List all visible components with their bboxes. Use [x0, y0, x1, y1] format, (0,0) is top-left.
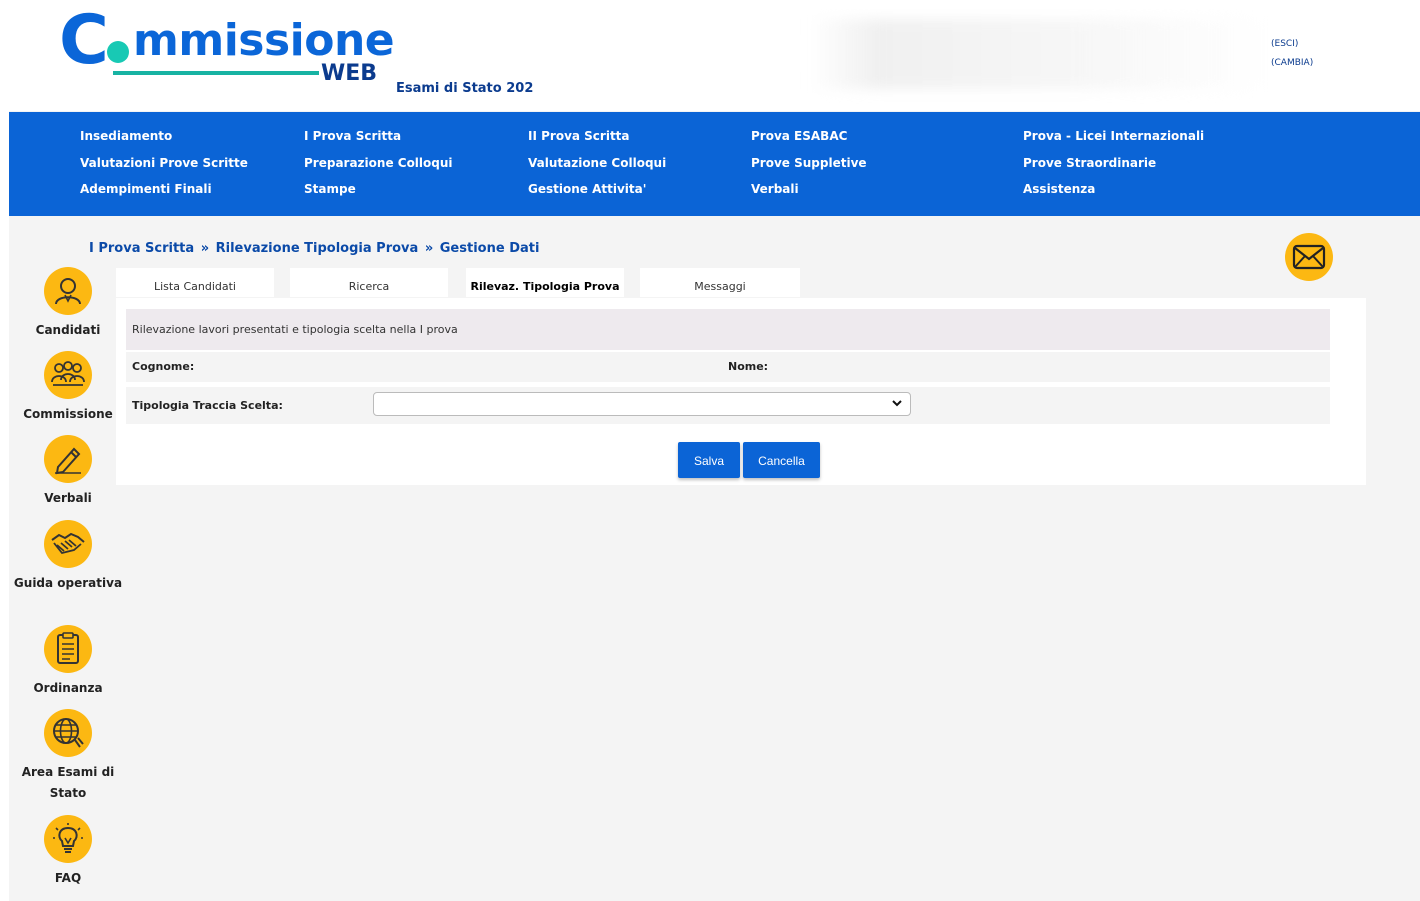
nav-verbali[interactable]: Verbali: [751, 180, 867, 207]
commissione-web-logo[interactable]: C mmissione WEB: [59, 9, 399, 103]
sidebar-item-label: Verbali: [44, 491, 92, 505]
breadcrumb-separator: »: [424, 241, 434, 256]
breadcrumb-separator: »: [200, 241, 210, 256]
breadcrumb-item-rilevazione[interactable]: Rilevazione Tipologia Prova: [216, 241, 419, 256]
sidebar-item-area-esami[interactable]: Area Esami di Stato: [9, 709, 127, 804]
cognome-label: Cognome:: [132, 360, 195, 373]
exam-year: Esami di Stato 202: [396, 81, 534, 96]
tipologia-row: Tipologia Traccia Scelta:: [126, 387, 1330, 424]
redacted-user-info: [809, 19, 1269, 89]
sidebar-item-faq[interactable]: FAQ: [9, 815, 127, 889]
breadcrumb: I Prova Scritta » Rilevazione Tipologia …: [89, 241, 539, 256]
tipologia-select[interactable]: [373, 392, 911, 416]
logo-underline: [113, 71, 319, 75]
nav-column-5: Prova - Licei Internazionali Prove Strao…: [1023, 127, 1204, 207]
content-panel: Rilevazione lavori presentati e tipologi…: [116, 298, 1366, 485]
nav-adempimenti-finali[interactable]: Adempimenti Finali: [80, 180, 248, 207]
tab-lista-candidati[interactable]: Lista Candidati: [116, 268, 274, 297]
sidebar-item-label: Guida operativa: [13, 576, 123, 590]
nav-valutazioni-prove-scritte[interactable]: Valutazioni Prove Scritte: [80, 154, 248, 181]
document-icon: [44, 625, 92, 673]
sidebar-item-verbali[interactable]: Verbali: [9, 435, 127, 509]
sidebar-item-ordinanza[interactable]: Ordinanza: [9, 625, 127, 699]
group-icon: [44, 351, 92, 399]
header: C mmissione WEB Esami di Stato 202 (ESCI…: [9, 9, 1420, 111]
lightbulb-icon: [44, 815, 92, 863]
sidebar-item-label: FAQ: [54, 871, 82, 885]
nav-column-3: II Prova Scritta Valutazione Colloqui Ge…: [528, 127, 666, 207]
sidebar-item-label: Ordinanza: [33, 681, 103, 695]
nav-column-4: Prova ESABAC Prove Suppletive Verbali: [751, 127, 867, 207]
logo-c: C: [59, 9, 109, 80]
nav-assistenza[interactable]: Assistenza: [1023, 180, 1204, 207]
nav-column-2: I Prova Scritta Preparazione Colloqui St…: [304, 127, 453, 207]
nav-prove-straordinarie[interactable]: Prove Straordinarie: [1023, 154, 1204, 181]
breadcrumb-item-i-prova-scritta[interactable]: I Prova Scritta: [89, 241, 194, 256]
nav-insediamento[interactable]: Insediamento: [80, 127, 248, 154]
nav-gestione-attivita[interactable]: Gestione Attivita': [528, 180, 666, 207]
mail-button[interactable]: [1285, 233, 1333, 281]
app-frame: C mmissione WEB Esami di Stato 202 (ESCI…: [9, 9, 1420, 901]
tab-ricerca[interactable]: Ricerca: [290, 268, 448, 297]
nav-prova-licei-internazionali[interactable]: Prova - Licei Internazionali: [1023, 127, 1204, 154]
sidebar-item-label: Candidati: [35, 323, 101, 337]
nav-stampe[interactable]: Stampe: [304, 180, 453, 207]
sidebar-item-commissione[interactable]: Commissione: [9, 351, 127, 425]
nav-prova-esabac[interactable]: Prova ESABAC: [751, 127, 867, 154]
tab-rilevaz-tipologia-prova[interactable]: Rilevaz. Tipologia Prova: [466, 268, 624, 297]
cancel-button[interactable]: Cancella: [743, 442, 820, 478]
envelope-icon: [1292, 244, 1326, 270]
tipologia-label: Tipologia Traccia Scelta:: [132, 399, 283, 412]
breadcrumb-item-gestione-dati: Gestione Dati: [439, 241, 540, 256]
sidebar-item-guida-operativa[interactable]: Guida operativa: [9, 520, 127, 594]
logo-dot: [107, 41, 129, 63]
tab-messaggi[interactable]: Messaggi: [640, 268, 800, 297]
handshake-icon: [44, 520, 92, 568]
sidebar-item-label: Area Esami di Stato: [21, 765, 115, 800]
candidate-row: Cognome: Nome:: [126, 352, 1330, 382]
form-description: Rilevazione lavori presentati e tipologi…: [126, 309, 1330, 350]
nav-i-prova-scritta[interactable]: I Prova Scritta: [304, 127, 453, 154]
top-navigation: Insediamento Valutazioni Prove Scritte A…: [9, 112, 1420, 216]
logo-word: mmissione: [133, 15, 395, 66]
nav-preparazione-colloqui[interactable]: Preparazione Colloqui: [304, 154, 453, 181]
sidebar-item-candidati[interactable]: Candidati: [9, 267, 127, 341]
logout-link[interactable]: (ESCI): [1271, 35, 1313, 54]
user-icon: [44, 267, 92, 315]
nav-ii-prova-scritta[interactable]: II Prova Scritta: [528, 127, 666, 154]
change-link[interactable]: (CAMBIA): [1271, 54, 1313, 73]
sidebar-item-label: Commissione: [23, 407, 113, 421]
user-links: (ESCI) (CAMBIA): [1271, 35, 1313, 73]
logo-web: WEB: [321, 61, 378, 86]
globe-icon: [44, 709, 92, 757]
pencil-icon: [44, 435, 92, 483]
save-button[interactable]: Salva: [678, 442, 740, 478]
nav-prove-suppletive[interactable]: Prove Suppletive: [751, 154, 867, 181]
chevron-down-icon: [892, 400, 902, 407]
nav-column-1: Insediamento Valutazioni Prove Scritte A…: [80, 127, 248, 207]
nav-valutazione-colloqui[interactable]: Valutazione Colloqui: [528, 154, 666, 181]
nome-label: Nome:: [728, 360, 769, 373]
